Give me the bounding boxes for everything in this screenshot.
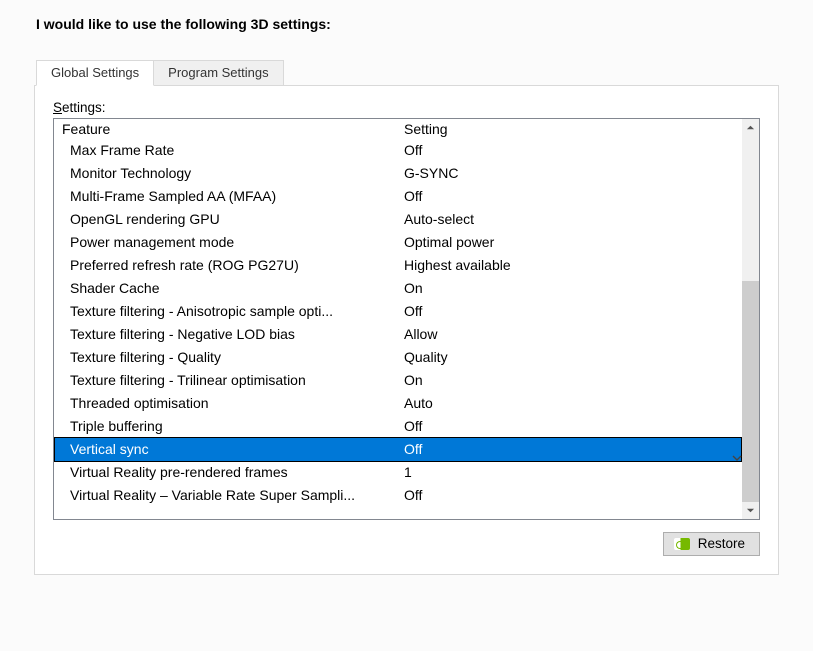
table-row[interactable]: Triple bufferingOff: [54, 415, 742, 438]
tab-program-settings[interactable]: Program Settings: [154, 60, 283, 86]
table-row[interactable]: Threaded optimisationAuto: [54, 392, 742, 415]
table-row[interactable]: Power management modeOptimal power: [54, 231, 742, 254]
column-header-feature[interactable]: Feature: [62, 121, 404, 137]
setting-cell: Auto: [404, 394, 742, 413]
table-row[interactable]: Texture filtering - Negative LOD biasAll…: [54, 323, 742, 346]
page-title: I would like to use the following 3D set…: [36, 16, 789, 32]
setting-cell: On: [404, 279, 742, 298]
setting-cell: On: [404, 371, 742, 390]
table-row[interactable]: OpenGL rendering GPUAuto-select: [54, 208, 742, 231]
setting-cell: Off: [404, 302, 742, 321]
tabs: Global Settings Program Settings: [36, 60, 779, 86]
scroll-track[interactable]: [742, 136, 759, 502]
table-row[interactable]: Max Frame RateOff: [54, 139, 742, 162]
setting-cell: Off: [404, 417, 742, 436]
feature-cell: Virtual Reality pre-rendered frames: [62, 463, 404, 482]
table-row[interactable]: Texture filtering - Anisotropic sample o…: [54, 300, 742, 323]
scroll-thumb[interactable]: [742, 281, 759, 502]
setting-cell: Allow: [404, 325, 742, 344]
setting-cell: Off: [404, 486, 742, 505]
table-row[interactable]: Texture filtering - QualityQuality: [54, 346, 742, 369]
table-row[interactable]: Monitor TechnologyG-SYNC: [54, 162, 742, 185]
feature-cell: Preferred refresh rate (ROG PG27U): [62, 256, 404, 275]
restore-button[interactable]: Restore: [663, 532, 760, 556]
table-row[interactable]: Shader CacheOn: [54, 277, 742, 300]
settings-table: Feature Setting Max Frame RateOffMonitor…: [53, 118, 760, 520]
setting-cell: Highest available: [404, 256, 742, 275]
nvidia-icon: [674, 538, 690, 550]
table-row[interactable]: Preferred refresh rate (ROG PG27U)Highes…: [54, 254, 742, 277]
settings-label: Settings:: [53, 100, 760, 115]
feature-cell: Texture filtering - Negative LOD bias: [62, 325, 404, 344]
setting-cell: 1: [404, 463, 742, 482]
restore-label: Restore: [698, 536, 745, 551]
table-row[interactable]: Texture filtering - Trilinear optimisati…: [54, 369, 742, 392]
table-header: Feature Setting: [54, 119, 742, 139]
feature-cell: Multi-Frame Sampled AA (MFAA): [62, 187, 404, 206]
column-header-setting[interactable]: Setting: [404, 121, 742, 137]
feature-cell: Max Frame Rate: [62, 141, 404, 160]
feature-cell: Threaded optimisation: [62, 394, 404, 413]
feature-cell: Shader Cache: [62, 279, 404, 298]
settings-panel: Settings: Feature Setting Max Frame Rate…: [34, 85, 779, 575]
scroll-down-button[interactable]: [742, 502, 759, 519]
feature-cell: Texture filtering - Anisotropic sample o…: [62, 302, 404, 321]
feature-cell: Monitor Technology: [62, 164, 404, 183]
setting-cell: Auto-select: [404, 210, 742, 229]
setting-cell: G-SYNC: [404, 164, 742, 183]
setting-cell: Off: [404, 141, 742, 160]
feature-cell: Power management mode: [62, 233, 404, 252]
scroll-up-button[interactable]: [742, 119, 759, 136]
feature-cell: Texture filtering - Trilinear optimisati…: [62, 371, 404, 390]
setting-cell[interactable]: Off: [404, 440, 741, 459]
table-row[interactable]: Vertical syncOff: [54, 437, 742, 462]
tab-global-settings[interactable]: Global Settings: [36, 60, 154, 86]
table-row[interactable]: Virtual Reality pre-rendered frames1: [54, 461, 742, 484]
setting-cell: Optimal power: [404, 233, 742, 252]
feature-cell: Virtual Reality – Variable Rate Super Sa…: [62, 486, 404, 505]
table-row[interactable]: Virtual Reality – Variable Rate Super Sa…: [54, 484, 742, 507]
setting-cell: Quality: [404, 348, 742, 367]
scrollbar[interactable]: [742, 119, 759, 519]
feature-cell: Triple buffering: [62, 417, 404, 436]
feature-cell: OpenGL rendering GPU: [62, 210, 404, 229]
table-row[interactable]: Multi-Frame Sampled AA (MFAA)Off: [54, 185, 742, 208]
feature-cell: Vertical sync: [62, 440, 404, 459]
feature-cell: Texture filtering - Quality: [62, 348, 404, 367]
setting-cell: Off: [404, 187, 742, 206]
